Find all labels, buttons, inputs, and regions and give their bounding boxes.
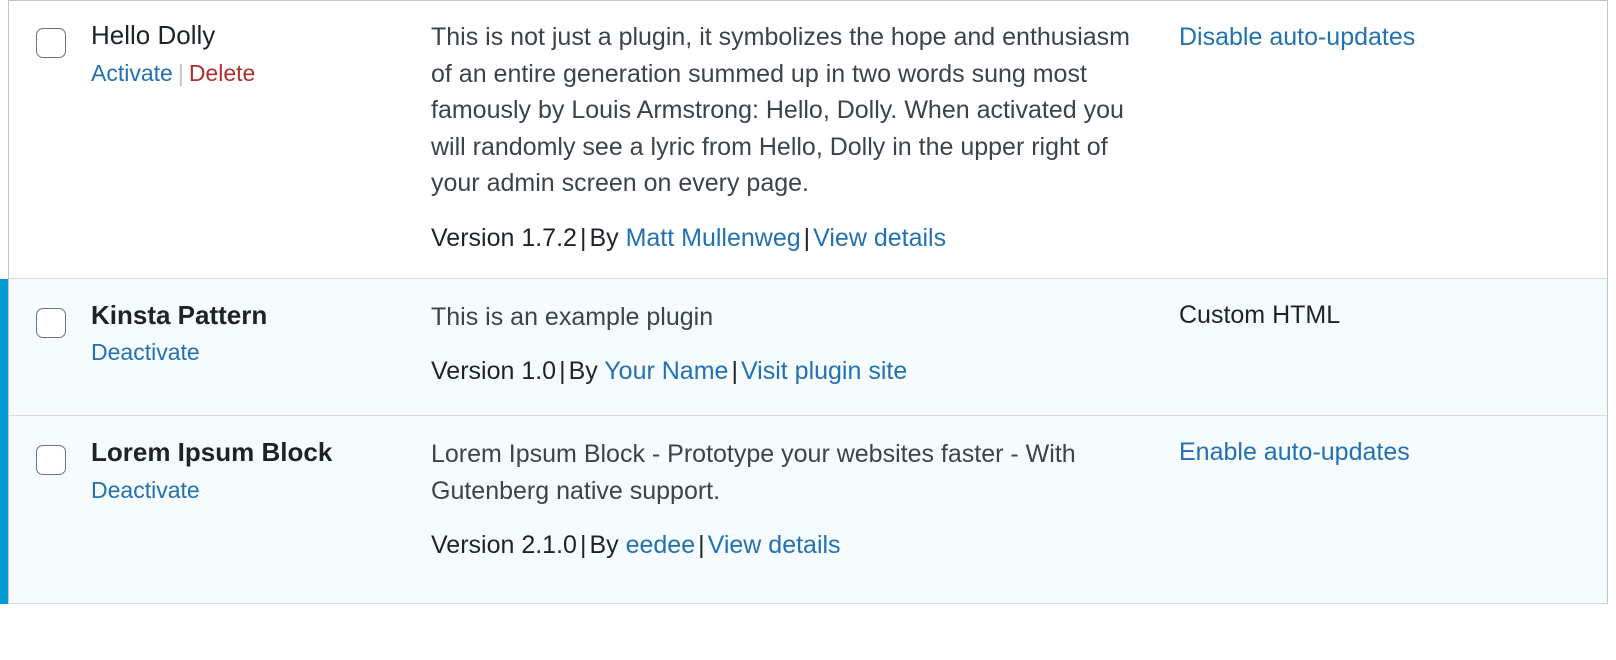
plugin-actions: Deactivate bbox=[91, 476, 431, 506]
plugin-description-cell: This is not just a plugin, it symbolizes… bbox=[431, 1, 1161, 278]
plugin-meta: Version 1.0 | By Your Name | Visit plugin si… bbox=[431, 354, 1137, 389]
deactivate-link[interactable]: Deactivate bbox=[91, 477, 200, 503]
plugin-title: Lorem Ipsum Block bbox=[91, 437, 333, 467]
delete-link[interactable]: Delete bbox=[189, 60, 255, 86]
plugin-author-link[interactable]: Matt Mullenweg bbox=[626, 224, 801, 252]
plugin-version: Version 2.1.0 bbox=[431, 531, 577, 559]
plugin-select-checkbox[interactable] bbox=[36, 28, 66, 58]
by-label: By bbox=[589, 223, 619, 252]
meta-separator: | bbox=[559, 357, 566, 385]
plugin-description-cell: This is an example plugin Version 1.0 | By… bbox=[431, 279, 1161, 416]
toggle-auto-updates-link[interactable]: Disable auto-updates bbox=[1179, 23, 1415, 51]
table-row: Lorem Ipsum Block Deactivate Lorem Ipsum… bbox=[0, 415, 1607, 604]
table-row: Kinsta Pattern Deactivate This is an exa… bbox=[0, 278, 1607, 416]
plugin-select-cell bbox=[9, 1, 91, 61]
meta-separator: | bbox=[803, 223, 811, 252]
auto-update-status-text: Custom HTML bbox=[1179, 300, 1341, 329]
plugin-select-checkbox[interactable] bbox=[36, 445, 66, 475]
auto-update-cell: Disable auto-updates bbox=[1161, 1, 1607, 76]
active-plugin-accent-bar bbox=[0, 278, 8, 416]
meta-separator: | bbox=[579, 223, 587, 252]
plugin-version: Version 1.0 bbox=[431, 357, 557, 385]
view-details-link[interactable]: View details bbox=[708, 531, 841, 559]
plugin-select-checkbox[interactable] bbox=[36, 307, 66, 338]
toggle-auto-updates-link[interactable]: Enable auto-updates bbox=[1179, 438, 1410, 466]
plugins-table: Hello Dolly Activate | Delete This is not … bbox=[0, 0, 1608, 604]
visit-plugin-site-link[interactable]: Visit plugin site bbox=[741, 357, 907, 385]
plugin-description: This is not just a plugin, it symbolizes… bbox=[431, 23, 1130, 197]
auto-update-cell: Custom HTML bbox=[1161, 279, 1607, 358]
plugin-author-link[interactable]: eedee bbox=[626, 531, 696, 559]
plugin-description: This is an example plugin bbox=[431, 302, 714, 331]
table-row: Hello Dolly Activate | Delete This is not … bbox=[9, 1, 1607, 279]
plugin-description: Lorem Ipsum Block - Prototype your websi… bbox=[431, 440, 1076, 505]
plugin-select-cell bbox=[9, 416, 91, 478]
activate-link[interactable]: Activate bbox=[91, 60, 173, 86]
plugin-actions: Deactivate bbox=[91, 338, 431, 368]
auto-update-cell: Enable auto-updates bbox=[1161, 416, 1607, 509]
plugin-name-cell: Hello Dolly Activate | Delete bbox=[91, 1, 431, 110]
plugin-title: Hello Dolly bbox=[91, 20, 216, 50]
action-separator: | bbox=[177, 59, 184, 86]
meta-separator: | bbox=[731, 357, 738, 385]
view-details-link[interactable]: View details bbox=[813, 224, 946, 252]
plugin-meta: Version 1.7.2 | By Matt Mullenweg | View det… bbox=[431, 221, 1137, 256]
plugin-description-cell: Lorem Ipsum Block - Prototype your websi… bbox=[431, 416, 1161, 603]
plugin-actions: Activate | Delete bbox=[91, 59, 431, 89]
plugin-name-cell: Kinsta Pattern Deactivate bbox=[91, 279, 431, 394]
deactivate-link[interactable]: Deactivate bbox=[91, 339, 200, 365]
plugin-author-link[interactable]: Your Name bbox=[604, 357, 728, 385]
plugin-title: Kinsta Pattern bbox=[91, 299, 268, 330]
plugin-name-cell: Lorem Ipsum Block Deactivate bbox=[91, 416, 431, 545]
plugin-meta: Version 2.1.0 | By eedee | View details bbox=[431, 528, 1137, 563]
meta-separator: | bbox=[698, 531, 705, 559]
meta-separator: | bbox=[579, 531, 587, 559]
plugin-select-cell bbox=[9, 279, 91, 341]
by-label: By bbox=[589, 531, 619, 559]
by-label: By bbox=[568, 357, 598, 385]
plugin-version: Version 1.7.2 bbox=[431, 223, 577, 252]
active-plugin-accent-bar bbox=[0, 415, 8, 604]
